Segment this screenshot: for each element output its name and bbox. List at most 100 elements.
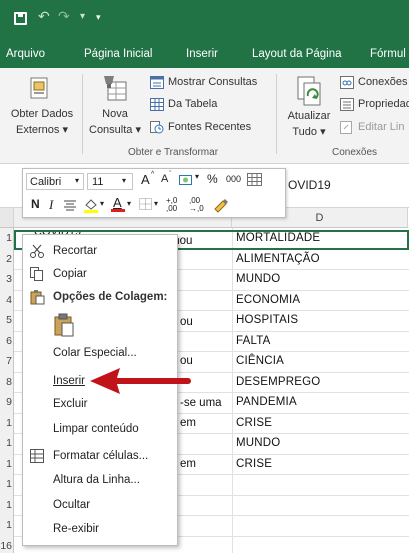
refresh-all-label2: Tudo — [292, 126, 318, 138]
format-cells-menu-item[interactable]: Formatar células... — [53, 450, 148, 462]
cell-d[interactable]: CRISE — [236, 417, 272, 429]
cell-d[interactable]: MORTALIDADE — [236, 232, 320, 244]
cell-d[interactable]: CRISE — [236, 458, 272, 470]
title-bar: ↶ ▾ ↷ ▾ — [0, 0, 409, 40]
connections-button[interactable]: Conexões — [358, 76, 408, 88]
cell-d[interactable]: PANDEMIA — [236, 396, 297, 408]
edit-links-icon — [340, 121, 354, 134]
ribbon-separator — [276, 74, 277, 154]
accounting-dropdown-icon[interactable]: ▾ — [195, 172, 199, 181]
tab-pagina-inicial[interactable]: Página Inicial — [84, 48, 152, 60]
paste-special-menu-item[interactable]: Colar Especial... — [53, 347, 137, 359]
cell-c12: em — [180, 458, 196, 470]
bold-button[interactable]: N — [31, 197, 40, 211]
group-get-transform-label: Obter e Transformar — [128, 147, 219, 158]
tab-formulas[interactable]: Fórmul — [370, 48, 406, 60]
font-size-dropdown-icon: ▾ — [122, 176, 127, 185]
row-header[interactable]: 1 — [0, 494, 14, 515]
format-cells-icon — [29, 448, 45, 464]
show-queries-icon — [150, 76, 164, 89]
customize-toolbar-icon[interactable]: ▾ — [96, 11, 101, 24]
get-external-data-icon — [28, 76, 50, 102]
cell-d[interactable]: HOSPITAIS — [236, 314, 298, 326]
column-gridline — [232, 228, 233, 553]
cell-d[interactable]: DESEMPREGO — [236, 376, 320, 388]
get-external-data-button[interactable]: Obter Dados Externos ▾ — [4, 108, 80, 136]
increase-decimal-button[interactable]: +,0,00 — [166, 197, 177, 213]
row-header[interactable]: 1 — [0, 433, 14, 454]
row-header[interactable]: 5 — [0, 310, 14, 331]
paste-options-icon — [29, 289, 45, 305]
scissors-icon — [29, 243, 45, 259]
cell-c5: ou — [180, 316, 193, 328]
row-header[interactable]: 1 — [0, 412, 14, 433]
row-header[interactable]: 6 — [0, 330, 14, 351]
decrease-decimal-button[interactable]: ,00 →,0 — [189, 197, 204, 213]
row-header[interactable]: 1 — [0, 228, 14, 249]
copy-menu-item[interactable]: Copiar — [53, 268, 87, 280]
formula-input[interactable]: OVID19 — [288, 178, 331, 192]
undo-icon[interactable]: ↶ — [38, 9, 50, 23]
clear-contents-menu-item[interactable]: Limpar conteúdo — [53, 423, 139, 435]
shrink-font-caret-icon: ˇ — [169, 171, 172, 178]
cell-d[interactable]: MUNDO — [236, 437, 280, 449]
save-icon[interactable] — [14, 12, 27, 25]
format-painter-table-icon[interactable] — [247, 173, 263, 187]
borders-icon[interactable] — [139, 198, 153, 211]
align-center-icon[interactable] — [63, 199, 77, 211]
font-color-dropdown-icon[interactable]: ▾ — [127, 199, 131, 208]
cell-d[interactable]: CIÊNCIA — [236, 355, 284, 367]
hide-menu-item[interactable]: Ocultar — [53, 499, 90, 511]
row-header[interactable]: 8 — [0, 371, 14, 392]
edit-links-button[interactable]: Editar Lin — [358, 121, 404, 133]
row-header[interactable]: 1 — [0, 453, 14, 474]
borders-dropdown-icon[interactable]: ▾ — [154, 199, 158, 208]
row-header[interactable]: 16 — [0, 535, 14, 553]
recent-sources-icon — [150, 121, 164, 134]
show-queries-button[interactable]: Mostrar Consultas — [168, 76, 257, 88]
row-header[interactable]: 3 — [0, 269, 14, 290]
from-table-button[interactable]: Da Tabela — [168, 98, 217, 110]
paste-clipboard-icon[interactable] — [53, 313, 75, 337]
row-header[interactable]: 1 — [0, 474, 14, 495]
cell-d[interactable]: FALTA — [236, 335, 270, 347]
grow-font-button[interactable]: A — [141, 172, 150, 187]
unhide-menu-item[interactable]: Re-exibir — [53, 523, 99, 535]
tab-arquivo[interactable]: Arquivo — [6, 48, 45, 60]
row-header[interactable]: 9 — [0, 392, 14, 413]
delete-menu-item[interactable]: Excluir — [53, 398, 88, 410]
font-name-value: Calibri — [30, 176, 62, 188]
cell-d[interactable]: MUNDO — [236, 273, 280, 285]
row-height-menu-item[interactable]: Altura da Linha... — [53, 474, 140, 486]
percent-style-button[interactable]: % — [207, 172, 218, 186]
new-query-button[interactable]: Nova Consulta ▾ — [86, 108, 144, 136]
font-name-box[interactable]: Calibri ▾ — [26, 173, 84, 190]
undo-dropdown-icon[interactable]: ▾ — [80, 10, 85, 23]
tab-layout-da-pagina[interactable]: Layout da Página — [252, 48, 342, 60]
recent-sources-button[interactable]: Fontes Recentes — [168, 121, 251, 133]
accounting-format-icon[interactable] — [179, 174, 193, 186]
font-color-icon[interactable]: A — [111, 195, 125, 213]
redo-icon[interactable]: ↷ — [58, 9, 70, 23]
row-header[interactable]: 1 — [0, 515, 14, 536]
properties-button[interactable]: Propriedad — [358, 98, 409, 110]
ribbon-separator — [82, 74, 83, 154]
cut-menu-item[interactable]: Recortar — [53, 245, 97, 257]
font-size-box[interactable]: 11 ▾ — [87, 173, 133, 190]
italic-button[interactable]: I — [49, 197, 53, 213]
fill-color-dropdown-icon[interactable]: ▾ — [100, 199, 104, 208]
comma-style-button[interactable]: 000 — [226, 174, 241, 184]
row-header[interactable]: 4 — [0, 289, 14, 310]
tab-inserir[interactable]: Inserir — [186, 48, 218, 60]
row-header[interactable]: 7 — [0, 351, 14, 372]
format-painter-icon[interactable] — [213, 197, 229, 213]
refresh-all-label1: Atualizar — [287, 110, 331, 122]
row-header[interactable]: 2 — [0, 248, 14, 269]
shrink-font-button[interactable]: A — [161, 173, 168, 185]
fill-color-icon[interactable] — [83, 197, 99, 213]
cell-d[interactable]: ALIMENTAÇÃO — [236, 253, 320, 265]
refresh-all-button[interactable]: Atualizar Tudo ▾ — [280, 110, 338, 138]
select-all-corner[interactable] — [0, 208, 14, 228]
cell-d[interactable]: ECONOMIA — [236, 294, 300, 306]
insert-menu-item[interactable]: Inserir — [53, 375, 85, 387]
